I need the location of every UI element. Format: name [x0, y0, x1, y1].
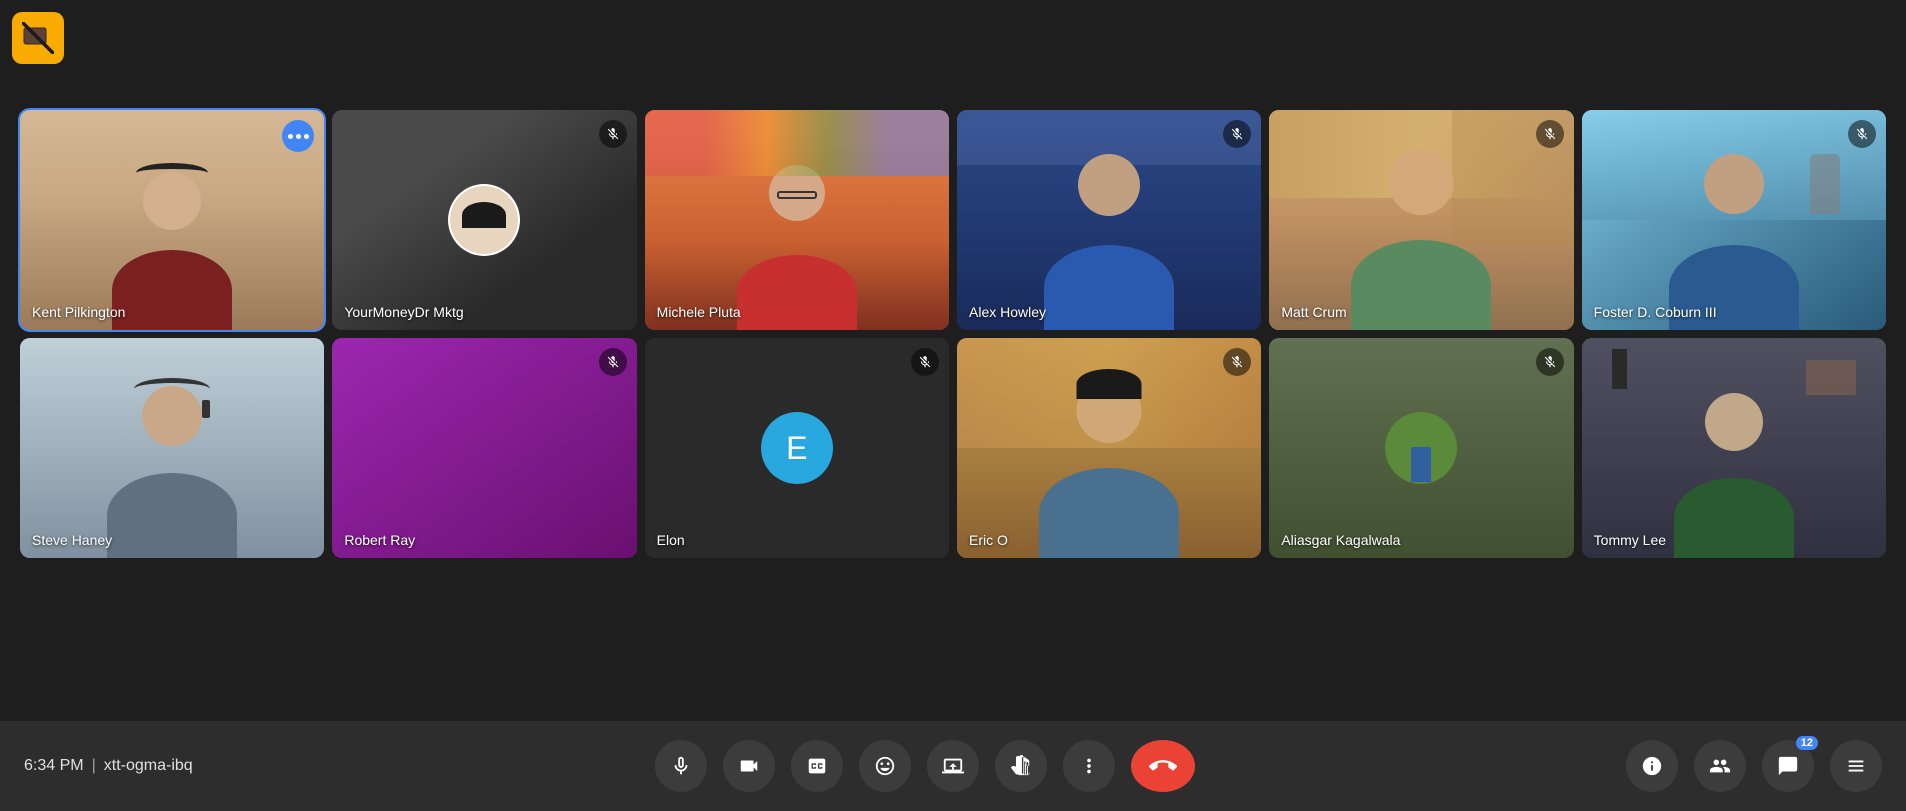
emoji-icon — [874, 755, 896, 777]
chat-icon — [1777, 755, 1799, 777]
tile-alex[interactable]: Alex Howley — [957, 110, 1261, 330]
info-button[interactable] — [1626, 740, 1678, 792]
more-options-icon — [1078, 755, 1100, 777]
tile-yourmoney[interactable]: YourMoneyDr Mktg — [332, 110, 636, 330]
participant-name-steve: Steve Haney — [32, 532, 112, 548]
avatar-aliasgar — [1385, 412, 1457, 484]
toolbar: 6:34 PM | xtt-ogma-ibq — [0, 721, 1906, 811]
present-icon — [942, 755, 964, 777]
logo-area — [12, 12, 64, 64]
end-call-icon — [1149, 752, 1177, 780]
toolbar-controls — [224, 740, 1626, 792]
present-button[interactable] — [927, 740, 979, 792]
participant-name-robert: Robert Ray — [344, 532, 415, 548]
avatar-yourmoney — [448, 184, 520, 256]
mic-button[interactable] — [655, 740, 707, 792]
video-grid: Kent Pilkington YourMoneyDr Mktg — [20, 110, 1886, 558]
activities-icon — [1845, 755, 1867, 777]
meet-logo-icon — [22, 22, 54, 54]
tile-steve[interactable]: Steve Haney — [20, 338, 324, 558]
more-options-button[interactable] — [1063, 740, 1115, 792]
mic-icon — [670, 755, 692, 777]
participant-name-elon: Elon — [657, 532, 685, 548]
participant-name-eric: Eric O — [969, 532, 1008, 548]
avatar-elon: E — [761, 412, 833, 484]
participant-name-aliasgar: Aliasgar Kagalwala — [1281, 532, 1400, 548]
participant-name-foster: Foster D. Coburn III — [1594, 304, 1717, 320]
raise-hand-icon — [1010, 755, 1032, 777]
tile-michele[interactable]: Michele Pluta — [645, 110, 949, 330]
tile-tommy[interactable]: Tommy Lee — [1582, 338, 1886, 558]
toolbar-divider: | — [92, 757, 96, 775]
emoji-button[interactable] — [859, 740, 911, 792]
camera-icon — [738, 755, 760, 777]
tile-foster[interactable]: Foster D. Coburn III — [1582, 110, 1886, 330]
chat-button[interactable]: 12 — [1762, 740, 1814, 792]
tile-elon[interactable]: E Elon — [645, 338, 949, 558]
mute-icon-robert — [599, 348, 627, 376]
camera-button[interactable] — [723, 740, 775, 792]
people-button[interactable] — [1694, 740, 1746, 792]
end-call-button[interactable] — [1131, 740, 1195, 792]
meeting-time: 6:34 PM — [24, 757, 84, 775]
participant-name-tommy: Tommy Lee — [1594, 532, 1666, 548]
captions-icon — [806, 755, 828, 777]
app-logo — [12, 12, 64, 64]
people-icon — [1709, 755, 1731, 777]
mute-icon-elon — [911, 348, 939, 376]
mute-icon-matt — [1536, 120, 1564, 148]
toolbar-right-controls: 12 — [1626, 740, 1882, 792]
mute-icon-yourmoney — [599, 120, 627, 148]
participant-name-yourmoney: YourMoneyDr Mktg — [344, 304, 463, 320]
meeting-code: xtt-ogma-ibq — [104, 757, 193, 775]
participant-name-matt: Matt Crum — [1281, 304, 1346, 320]
activities-button[interactable] — [1830, 740, 1882, 792]
participant-name-michele: Michele Pluta — [657, 304, 741, 320]
participant-name-alex: Alex Howley — [969, 304, 1046, 320]
captions-button[interactable] — [791, 740, 843, 792]
mute-icon-aliasgar — [1536, 348, 1564, 376]
tile-kent[interactable]: Kent Pilkington — [20, 110, 324, 330]
raise-hand-button[interactable] — [995, 740, 1047, 792]
chat-badge: 12 — [1796, 736, 1818, 750]
tile-matt[interactable]: Matt Crum — [1269, 110, 1573, 330]
tile-robert[interactable]: Robert Ray — [332, 338, 636, 558]
tile-aliasgar[interactable]: Aliasgar Kagalwala — [1269, 338, 1573, 558]
info-icon — [1641, 755, 1663, 777]
participant-name-kent: Kent Pilkington — [32, 304, 125, 320]
tile-eric[interactable]: Eric O — [957, 338, 1261, 558]
toolbar-info: 6:34 PM | xtt-ogma-ibq — [24, 757, 224, 775]
mute-icon-foster — [1848, 120, 1876, 148]
